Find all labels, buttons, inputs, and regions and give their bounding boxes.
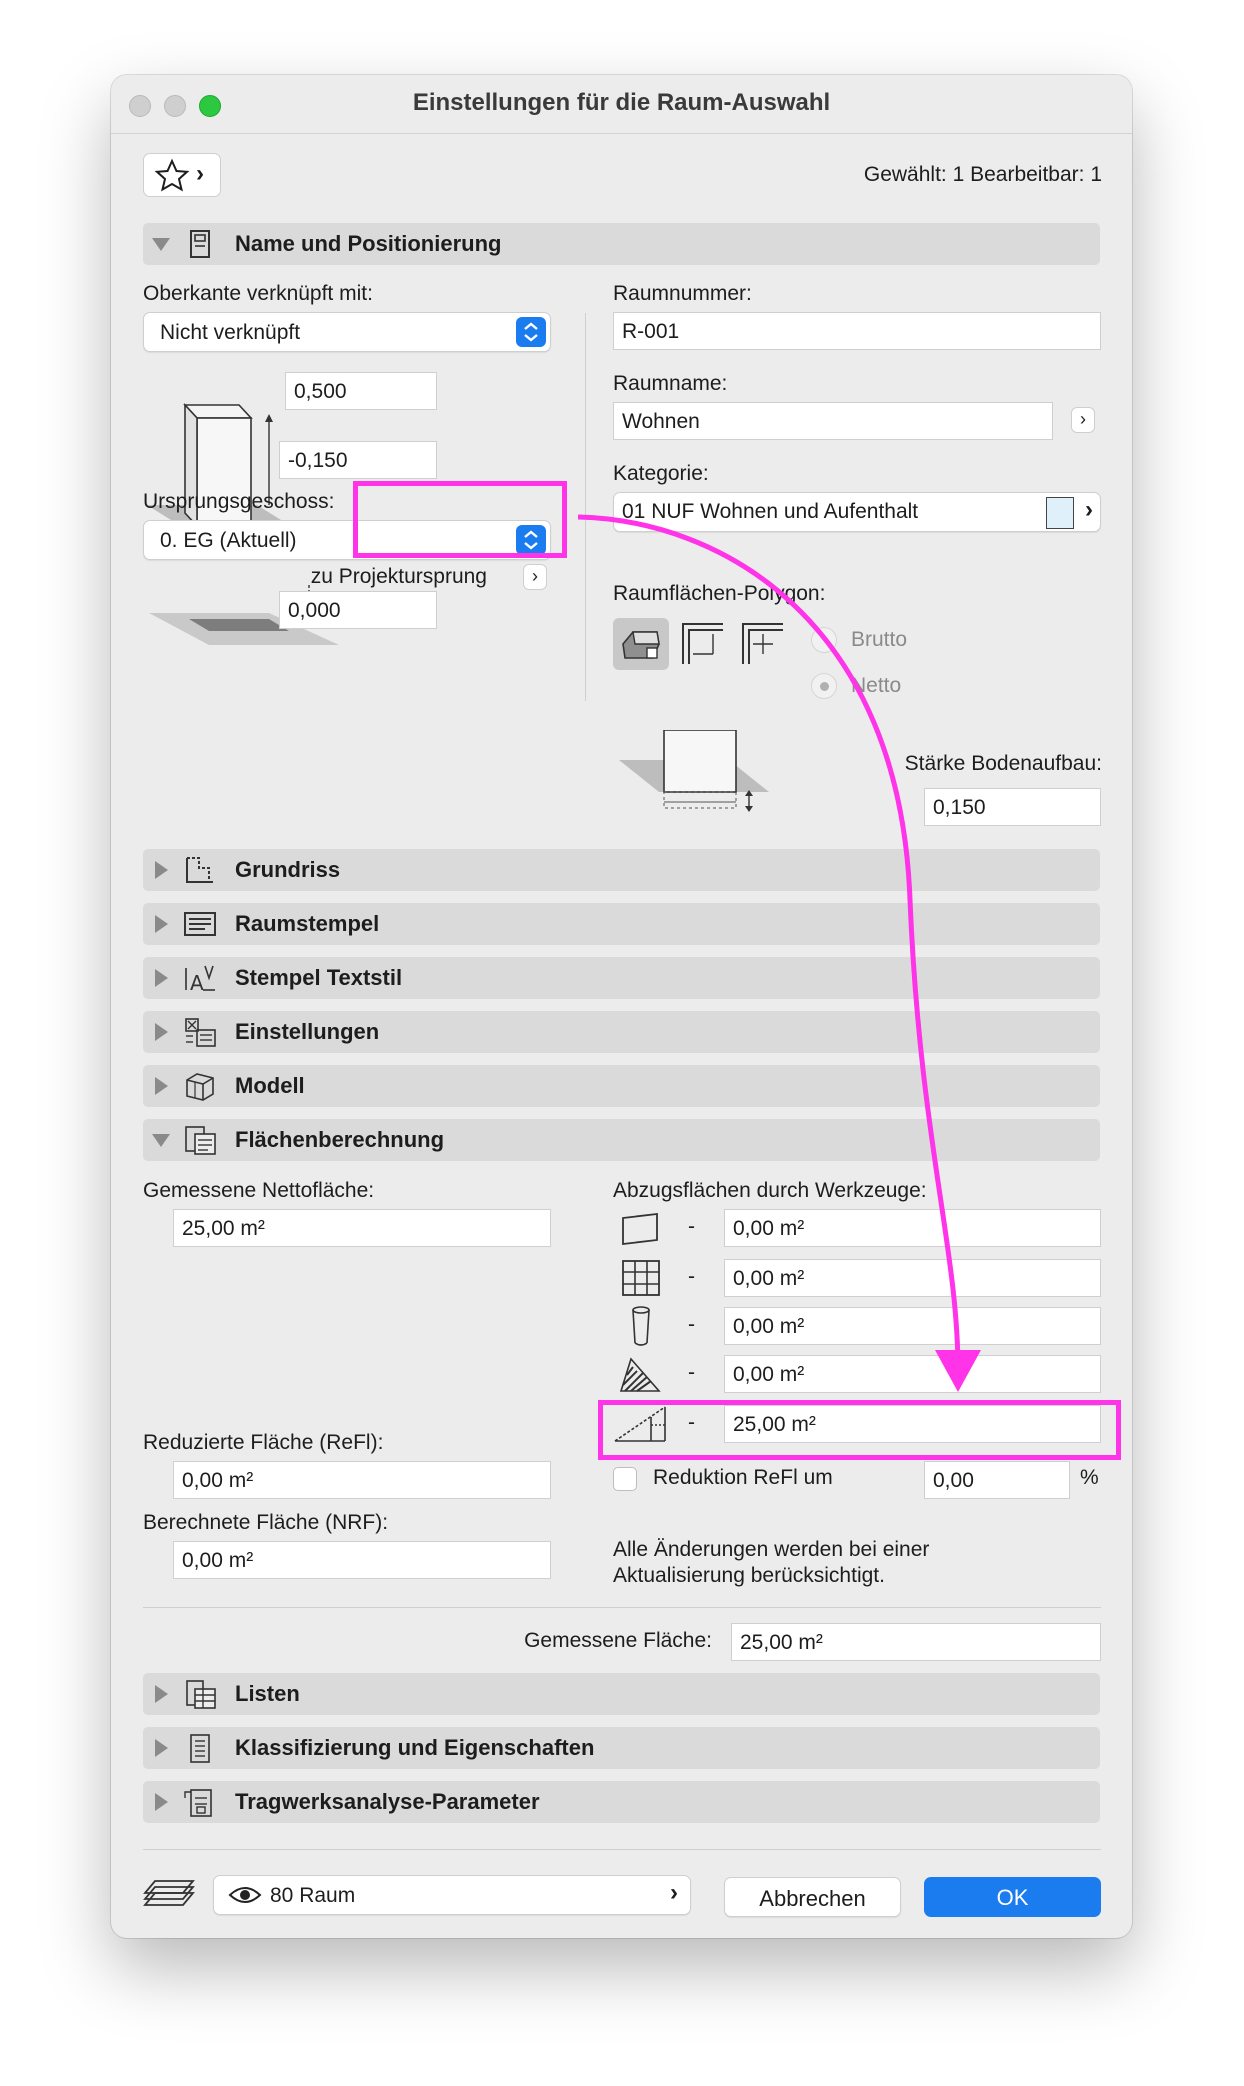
annotation-arrow-icon: [577, 514, 981, 1392]
